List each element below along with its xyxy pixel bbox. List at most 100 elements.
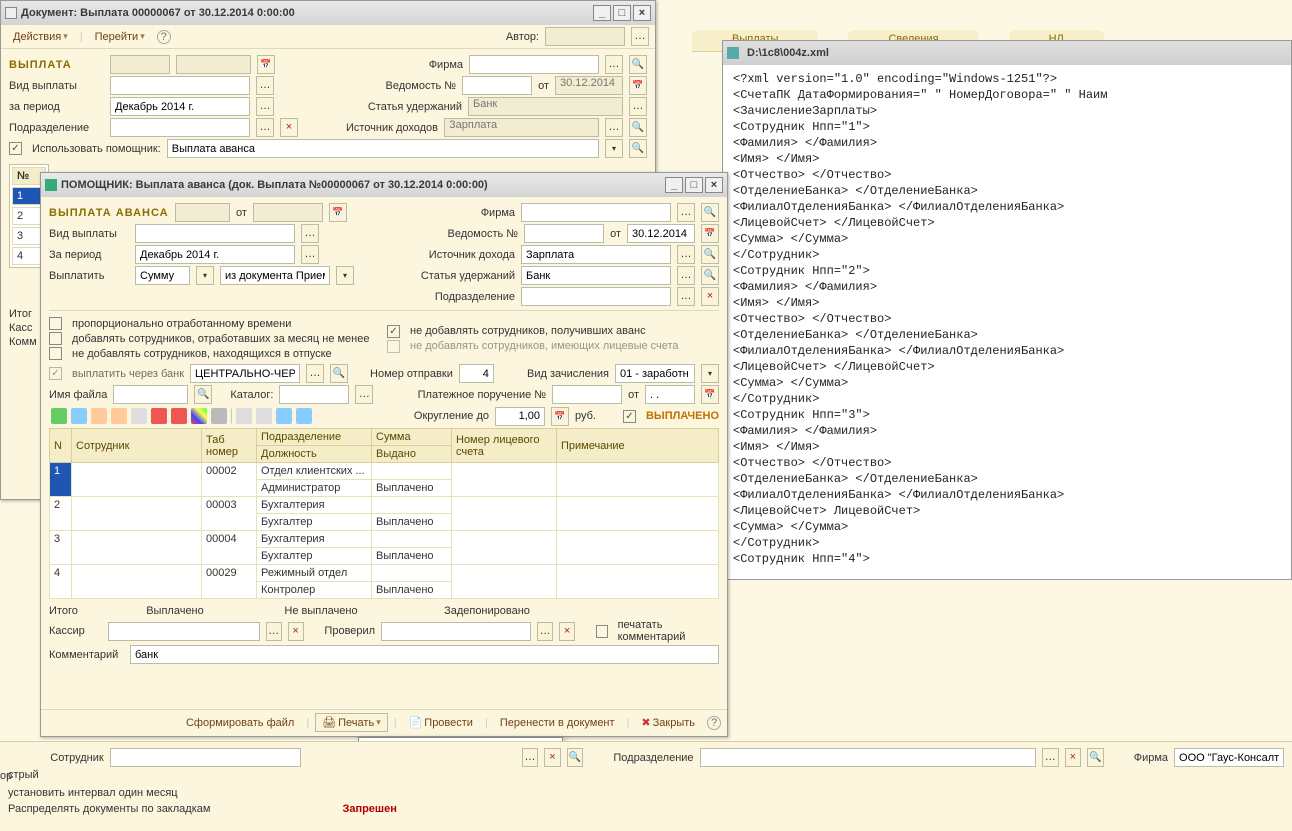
col-emp[interactable]: Сотрудник <box>72 429 202 463</box>
h-firma-search[interactable] <box>701 203 719 222</box>
color-icon[interactable] <box>191 408 207 424</box>
vidzach-dd[interactable] <box>701 364 719 383</box>
author-pick[interactable] <box>631 27 649 46</box>
b-firma-input[interactable] <box>1174 748 1284 767</box>
komment-input[interactable] <box>130 645 719 664</box>
firma-input[interactable] <box>469 55 599 74</box>
bank-search[interactable] <box>330 364 348 383</box>
h-ist-pick[interactable] <box>677 245 695 264</box>
table-row[interactable]: 400029Режимный отдел <box>50 565 719 582</box>
col-job[interactable]: Должность <box>257 446 372 463</box>
katalog-pick[interactable] <box>355 385 373 404</box>
podr-pick[interactable] <box>256 118 274 137</box>
b-podr-input[interactable] <box>700 748 1036 767</box>
pp-date[interactable] <box>645 385 695 404</box>
pp-date-pick[interactable] <box>701 385 719 404</box>
podr-input[interactable] <box>110 118 250 137</box>
proveril-clear[interactable] <box>559 622 575 641</box>
move-button[interactable]: Перенести в документ <box>494 715 621 731</box>
h-ist-input[interactable] <box>521 245 671 264</box>
b-podr-pick[interactable] <box>1042 748 1059 767</box>
stat-pick[interactable] <box>629 97 647 116</box>
h-podr-pick[interactable] <box>677 287 695 306</box>
h-vypl-input[interactable] <box>135 266 190 285</box>
kassir-input[interactable] <box>108 622 260 641</box>
delete-all-icon[interactable] <box>171 408 187 424</box>
xml-titlebar[interactable]: D:\1c8\004z.xml <box>723 41 1291 65</box>
h-period-pick[interactable] <box>301 245 319 264</box>
podr-clear[interactable] <box>280 118 298 137</box>
help-icon[interactable]: ? <box>707 716 721 730</box>
refresh-icon[interactable] <box>276 408 292 424</box>
h-vid-pick[interactable] <box>301 224 319 243</box>
okr-input[interactable] <box>495 407 545 426</box>
bank-input[interactable] <box>190 364 300 383</box>
delete-icon[interactable] <box>151 408 167 424</box>
ist-pick[interactable] <box>605 118 623 137</box>
ved-input[interactable] <box>462 76 532 95</box>
h-podr-clear[interactable] <box>701 287 719 306</box>
add-icon[interactable] <box>51 408 67 424</box>
fname-search[interactable] <box>194 385 212 404</box>
ist-search[interactable] <box>629 118 647 137</box>
col-tab[interactable]: Таб номер <box>202 429 257 463</box>
h-stat-pick[interactable] <box>677 266 695 285</box>
proveril-input[interactable] <box>381 622 531 641</box>
h-period-input[interactable] <box>135 245 295 264</box>
col-vyd[interactable]: Выдано <box>372 446 452 463</box>
h-firma-pick[interactable] <box>677 203 695 222</box>
okr-pick[interactable] <box>551 407 569 426</box>
h-vypl-src[interactable] <box>220 266 330 285</box>
helper-titlebar[interactable]: ПОМОЩНИК: Выплата аванса (док. Выплата №… <box>41 173 727 197</box>
use-helper-check[interactable] <box>9 142 22 155</box>
h-date-pick[interactable] <box>329 203 347 222</box>
b-sotr-clear[interactable] <box>544 748 561 767</box>
b-sotr-pick[interactable] <box>522 748 539 767</box>
table-row[interactable]: 200003Бухгалтерия <box>50 497 719 514</box>
close-footer-button[interactable]: ✖ Закрыть <box>635 714 701 731</box>
copy-icon[interactable] <box>71 408 87 424</box>
col-note[interactable]: Примечание <box>557 429 719 463</box>
form-file-button[interactable]: Сформировать файл <box>180 715 300 731</box>
col-acct[interactable]: Номер лицевого счета <box>452 429 557 463</box>
col-n[interactable]: N <box>50 429 72 463</box>
period-pick[interactable] <box>256 97 274 116</box>
kassir-clear[interactable] <box>288 622 304 641</box>
printcomment-check[interactable] <box>596 625 608 638</box>
col-sum[interactable]: Сумма <box>372 429 452 446</box>
period-input[interactable] <box>110 97 250 116</box>
vid-input[interactable] <box>110 76 250 95</box>
check-prop[interactable] <box>49 317 62 330</box>
more-icon[interactable] <box>211 408 227 424</box>
h-vyplsrc-dd[interactable] <box>336 266 354 285</box>
movedown-icon[interactable] <box>111 408 127 424</box>
doc-titlebar[interactable]: Документ: Выплата 00000067 от 30.12.2014… <box>1 1 655 25</box>
b-podr-search[interactable] <box>1087 748 1104 767</box>
bank-pick[interactable] <box>306 364 324 383</box>
check-noavans[interactable] <box>387 325 400 338</box>
h-stat-input[interactable] <box>521 266 671 285</box>
firma-pick[interactable] <box>605 55 623 74</box>
provesti-button[interactable]: 📄 Провести <box>403 714 479 731</box>
h-vid-input[interactable] <box>135 224 295 243</box>
h-podr-input[interactable] <box>521 287 671 306</box>
h-stat-search[interactable] <box>701 266 719 285</box>
table-row[interactable]: 300004Бухгалтерия <box>50 531 719 548</box>
close-button[interactable]: × <box>633 5 651 21</box>
xml-body[interactable]: <?xml version="1.0" encoding="Windows-12… <box>723 65 1291 573</box>
check-novac[interactable] <box>49 347 62 360</box>
date-picker-icon[interactable] <box>257 55 275 74</box>
maximize-button[interactable]: □ <box>685 177 703 193</box>
helper-input[interactable] <box>167 139 599 158</box>
edit-icon[interactable] <box>131 408 147 424</box>
helper-dd[interactable] <box>605 139 623 158</box>
fname-input[interactable] <box>113 385 188 404</box>
minimize-button[interactable]: _ <box>665 177 683 193</box>
h-ved-input[interactable] <box>524 224 604 243</box>
refresh2-icon[interactable] <box>296 408 312 424</box>
h-ved-date[interactable] <box>627 224 695 243</box>
employee-grid[interactable]: N Сотрудник Таб номер Подразделение Сумм… <box>49 428 719 599</box>
katalog-input[interactable] <box>279 385 349 404</box>
col-dept[interactable]: Подразделение <box>257 429 372 446</box>
check-addmonth[interactable] <box>49 332 62 345</box>
